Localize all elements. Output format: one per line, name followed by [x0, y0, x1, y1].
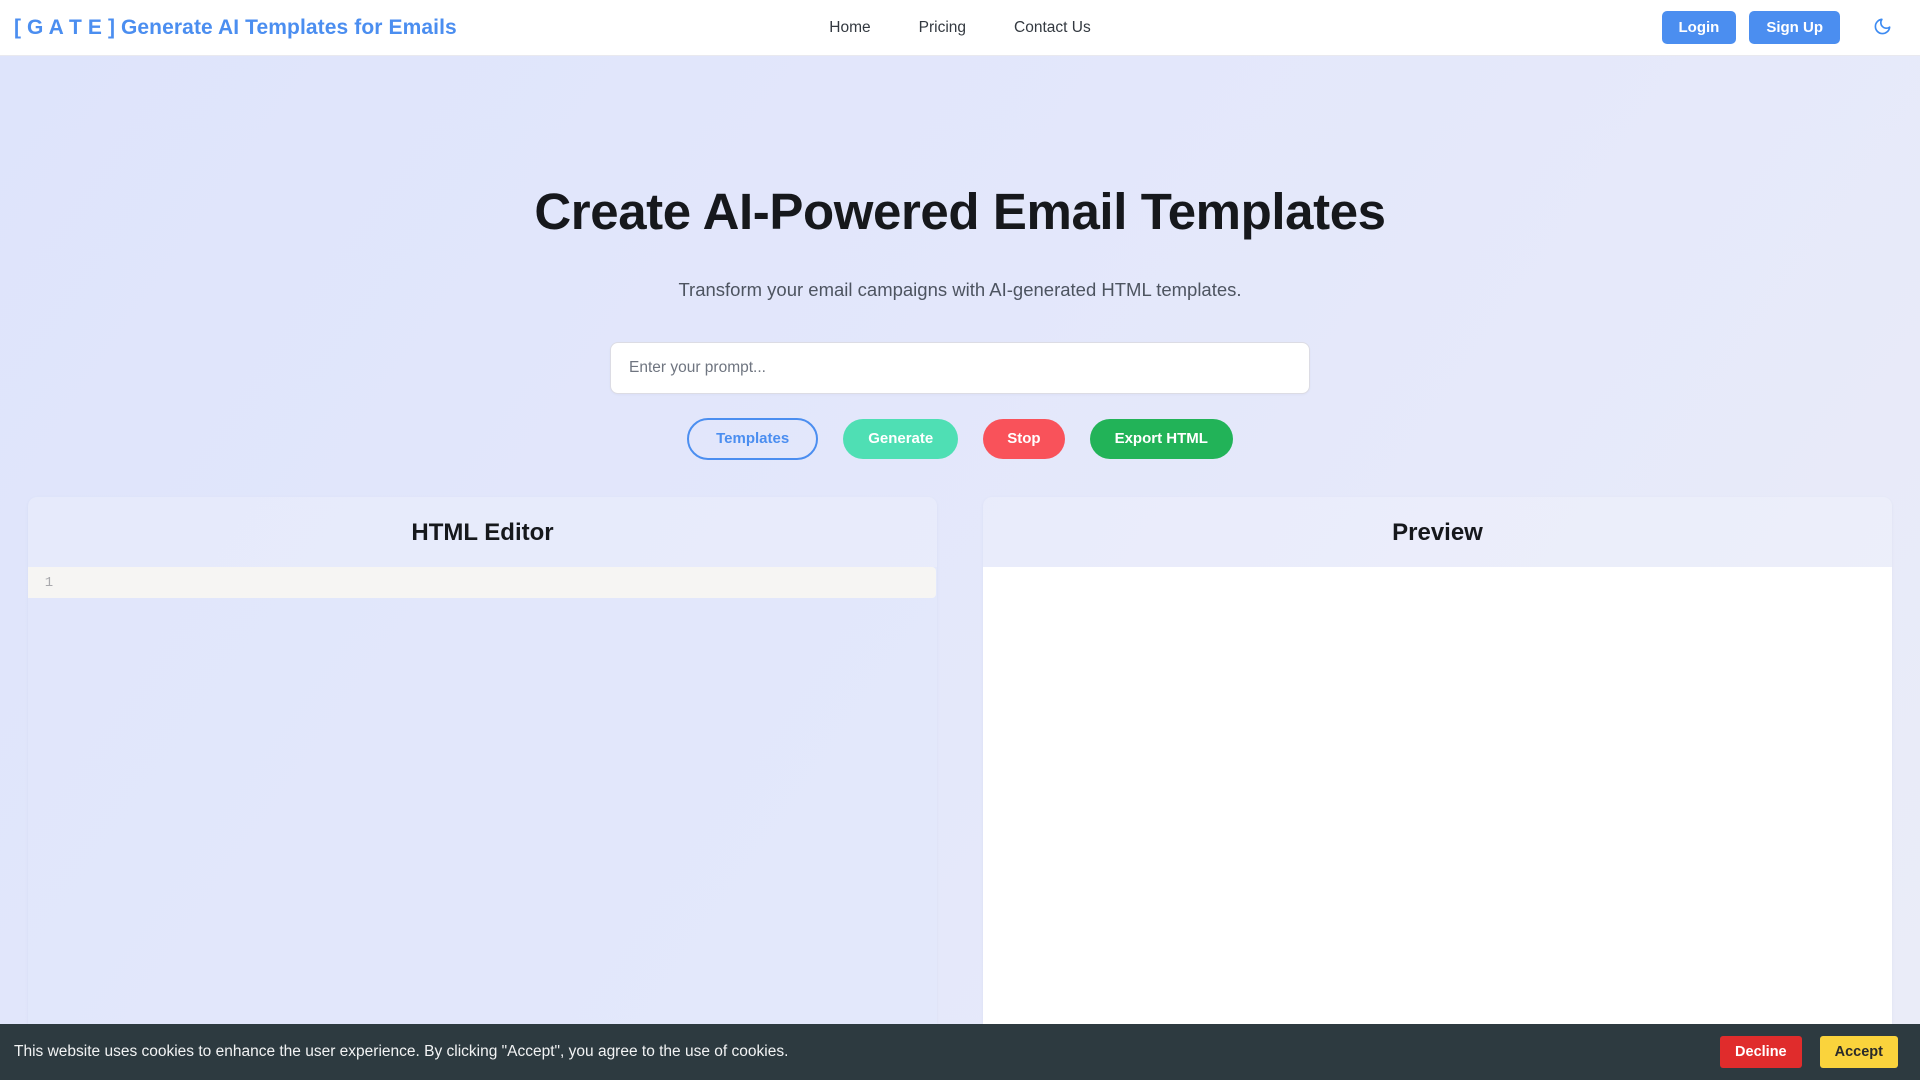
page-title: Create AI-Powered Email Templates	[534, 183, 1386, 240]
prompt-field-wrapper	[610, 342, 1310, 395]
preview-title: Preview	[983, 497, 1892, 567]
brand-logo[interactable]: [ G A T E ] Generate AI Templates for Em…	[14, 16, 457, 40]
html-editor-panel: HTML Editor 1	[28, 497, 937, 1024]
export-html-button[interactable]: Export HTML	[1089, 419, 1233, 460]
theme-toggle-button[interactable]	[1853, 13, 1906, 43]
generate-button[interactable]: Generate	[843, 419, 959, 460]
cookie-button-group: Decline Accept	[1720, 1036, 1898, 1068]
action-button-row: Templates Generate Stop Export HTML	[0, 418, 1920, 461]
preview-body	[983, 567, 1892, 1024]
decline-cookies-button[interactable]: Decline	[1720, 1036, 1802, 1068]
login-button[interactable]: Login	[1661, 11, 1737, 44]
primary-nav: Home Pricing Contact Us	[829, 19, 1090, 37]
nav-link-home[interactable]: Home	[829, 19, 870, 37]
top-navbar: [ G A T E ] Generate AI Templates for Em…	[0, 0, 1920, 56]
accept-cookies-button[interactable]: Accept	[1819, 1036, 1898, 1068]
page-subtitle: Transform your email campaigns with AI-g…	[678, 279, 1242, 301]
navbar-right-group: Login Sign Up	[1661, 11, 1907, 44]
stop-button[interactable]: Stop	[983, 419, 1065, 460]
line-number-gutter: 1	[44, 574, 54, 591]
preview-panel: Preview	[983, 497, 1892, 1024]
cookie-message: This website uses cookies to enhance the…	[14, 1043, 789, 1060]
html-editor-title: HTML Editor	[28, 497, 937, 567]
brand-logo-text: [ G A T E ] Generate AI Templates for Em…	[14, 15, 457, 39]
cookie-consent-banner: This website uses cookies to enhance the…	[0, 1024, 1920, 1080]
moon-icon	[1873, 17, 1892, 39]
hero-section: Create AI-Powered Email Templates Transf…	[0, 56, 1920, 461]
signup-button[interactable]: Sign Up	[1749, 11, 1840, 44]
code-line-1[interactable]: 1	[28, 567, 936, 598]
prompt-input[interactable]	[610, 342, 1310, 395]
workspace-panels: HTML Editor 1 Preview	[28, 497, 1892, 1024]
nav-link-contact-us[interactable]: Contact Us	[1014, 19, 1091, 37]
templates-button[interactable]: Templates	[687, 418, 819, 461]
html-editor-body[interactable]: 1	[28, 567, 937, 1024]
nav-link-pricing[interactable]: Pricing	[919, 19, 966, 37]
code-text-input[interactable]	[70, 567, 936, 598]
